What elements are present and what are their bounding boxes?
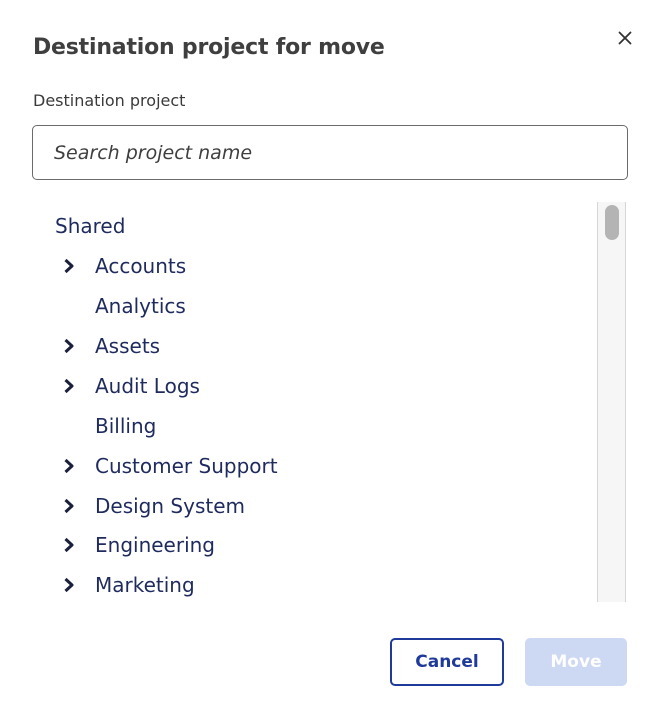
chevron-right-icon[interactable] bbox=[60, 576, 78, 594]
tree-item-marketing[interactable]: Marketing bbox=[33, 568, 593, 602]
tree-item-assets[interactable]: Assets bbox=[33, 329, 593, 363]
dialog-title: Destination project for move bbox=[33, 35, 385, 60]
chevron-right-icon[interactable] bbox=[60, 377, 78, 395]
close-icon bbox=[618, 31, 632, 45]
tree-item-label: Accounts bbox=[95, 254, 187, 278]
tree-item-label: Audit Logs bbox=[95, 374, 200, 398]
tree-item-label: Engineering bbox=[95, 533, 215, 557]
tree-item-billing[interactable]: Billing bbox=[33, 409, 593, 443]
move-button[interactable]: Move bbox=[525, 638, 627, 686]
tree-item-audit-logs[interactable]: Audit Logs bbox=[33, 369, 593, 403]
tree-item-engineering[interactable]: Engineering bbox=[33, 528, 593, 562]
tree-item-analytics[interactable]: Analytics bbox=[33, 289, 593, 323]
chevron-right-icon[interactable] bbox=[60, 457, 78, 475]
tree-item-design-system[interactable]: Design System bbox=[33, 489, 593, 523]
tree-item-label: Assets bbox=[95, 334, 161, 358]
project-tree: Shared Accounts Analytics Assets Audit L… bbox=[33, 202, 597, 602]
tree-item-label: Design System bbox=[95, 494, 245, 518]
tree-item-label: Marketing bbox=[95, 573, 195, 597]
tree-scrollbar[interactable] bbox=[597, 202, 626, 602]
tree-item-accounts[interactable]: Accounts bbox=[33, 249, 593, 283]
chevron-right-icon[interactable] bbox=[60, 257, 78, 275]
destination-project-label: Destination project bbox=[33, 91, 186, 110]
tree-item-label: Analytics bbox=[95, 294, 186, 318]
tree-item-label: Customer Support bbox=[95, 454, 278, 478]
tree-root-shared[interactable]: Shared bbox=[55, 211, 125, 241]
tree-item-customer-support[interactable]: Customer Support bbox=[33, 449, 593, 483]
cancel-button[interactable]: Cancel bbox=[390, 638, 504, 686]
search-project-input[interactable] bbox=[32, 125, 628, 180]
tree-item-label: Billing bbox=[95, 414, 157, 438]
chevron-right-icon[interactable] bbox=[60, 536, 78, 554]
move-dialog: Destination project for move Destination… bbox=[0, 0, 656, 712]
scrollbar-thumb[interactable] bbox=[605, 205, 619, 240]
chevron-right-icon[interactable] bbox=[60, 497, 78, 515]
close-button[interactable] bbox=[614, 27, 636, 49]
chevron-right-icon[interactable] bbox=[60, 337, 78, 355]
